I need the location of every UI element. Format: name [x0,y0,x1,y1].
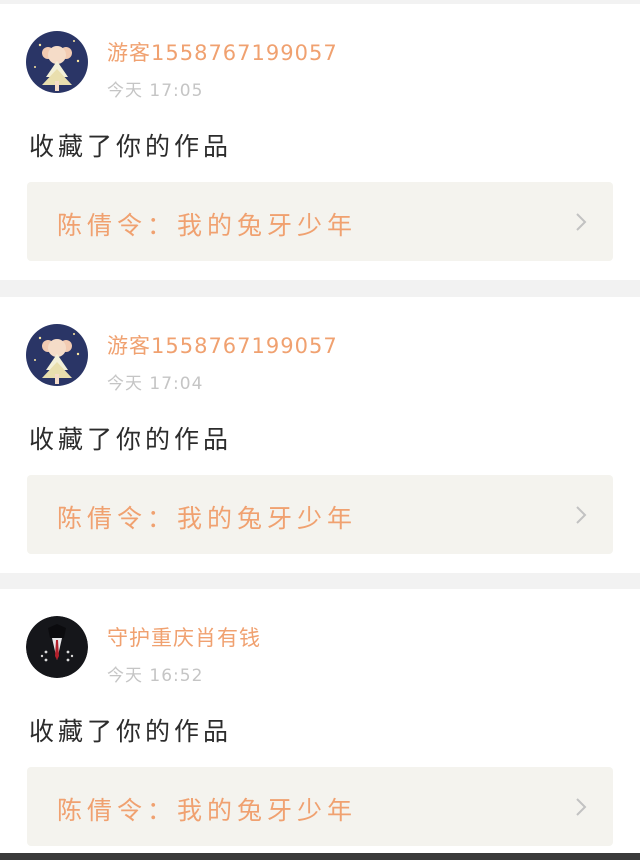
timestamp: 今天 16:52 [107,666,204,686]
suited-man-avatar-icon [26,616,88,678]
user-avatar[interactable] [26,616,88,678]
anime-girl-avatar-icon [26,324,88,386]
chevron-right-icon [576,213,587,231]
work-link[interactable]: 陈倩令：我的兔牙少年 [27,475,613,554]
notification-card: 游客1558767199057 今天 17:04 收藏了你的作品 陈倩令：我的兔… [0,297,640,573]
notification-card: 守护重庆肖有钱 今天 16:52 收藏了你的作品 陈倩令：我的兔牙少年 [0,589,640,860]
action-text: 收藏了你的作品 [29,425,233,454]
user-avatar[interactable] [26,324,88,386]
notification-list: 游客1558767199057 今天 17:05 收藏了你的作品 陈倩令：我的兔… [0,0,640,860]
username[interactable]: 游客1558767199057 [107,330,338,360]
timestamp: 今天 17:05 [107,81,204,101]
timestamp: 今天 17:04 [107,374,204,394]
work-title: 陈倩令：我的兔牙少年 [57,504,358,533]
chevron-right-icon [576,506,587,524]
username[interactable]: 游客1558767199057 [107,37,338,67]
bottom-edge-bar [0,853,640,860]
notification-card: 游客1558767199057 今天 17:05 收藏了你的作品 陈倩令：我的兔… [0,4,640,280]
action-text: 收藏了你的作品 [29,717,233,746]
work-title: 陈倩令：我的兔牙少年 [57,796,358,825]
chevron-right-icon [576,798,587,816]
work-link[interactable]: 陈倩令：我的兔牙少年 [27,182,613,261]
action-text: 收藏了你的作品 [29,132,233,161]
username[interactable]: 守护重庆肖有钱 [107,622,261,652]
work-title: 陈倩令：我的兔牙少年 [57,211,358,240]
user-avatar[interactable] [26,31,88,93]
work-link[interactable]: 陈倩令：我的兔牙少年 [27,767,613,846]
anime-girl-avatar-icon [26,31,88,93]
